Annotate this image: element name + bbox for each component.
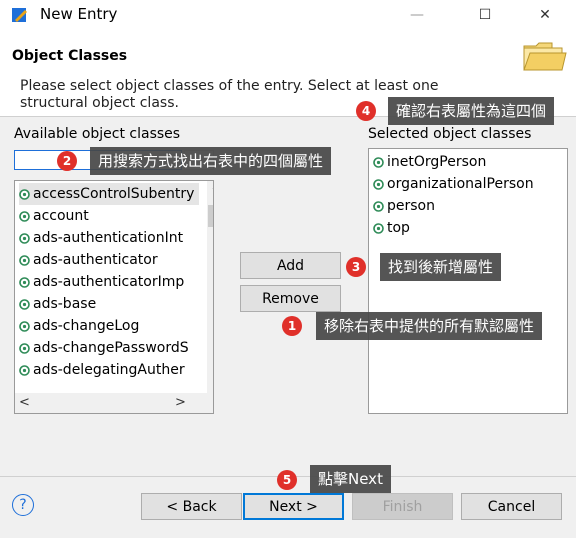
object-class-icon [373, 156, 384, 168]
list-item-label: top [387, 220, 410, 236]
help-button[interactable]: ? [12, 494, 34, 516]
available-classes-list[interactable]: accessControlSubentry account ads-authen… [14, 180, 214, 414]
cancel-button[interactable]: Cancel [461, 493, 562, 520]
scroll-down-arrow[interactable]: v [207, 373, 214, 391]
scroll-right-arrow[interactable]: > [175, 393, 186, 413]
object-class-icon [373, 222, 384, 234]
object-class-icon [19, 188, 30, 200]
list-item[interactable]: ads-authenticator [19, 249, 158, 271]
object-class-icon [19, 342, 30, 354]
object-class-icon [19, 232, 30, 244]
horizontal-scrollbar[interactable]: < > [15, 393, 213, 413]
list-item[interactable]: ads-base [19, 293, 96, 315]
page-title: Object Classes [12, 48, 128, 64]
folder-icon [523, 42, 567, 71]
object-class-icon [19, 298, 30, 310]
list-item[interactable]: ads-authenticatorImp [19, 271, 184, 293]
annotation-callout-3: 找到後新增屬性 [380, 253, 502, 281]
list-item-label: ads-authenticatorImp [33, 274, 185, 290]
list-item-label: ads-changePasswordS [33, 340, 189, 356]
window-title: New Entry [40, 5, 118, 23]
annotation-callout-1: 移除右表中提供的所有默認屬性 [316, 312, 543, 340]
annotation-badge-1: 1 [282, 316, 302, 336]
object-class-icon [373, 178, 384, 190]
list-item[interactable]: organizationalPerson [373, 173, 534, 195]
add-button[interactable]: Add [240, 252, 341, 279]
list-item-label: ads-base [33, 296, 97, 312]
list-item[interactable]: ads-changePasswordS [19, 337, 189, 359]
list-item[interactable]: inetOrgPerson [373, 151, 486, 173]
selected-classes-label: Selected object classes [368, 126, 532, 142]
object-class-icon [19, 364, 30, 376]
minimize-button[interactable]: — [394, 0, 440, 30]
selected-classes-list[interactable]: inetOrgPerson organizationalPerson perso… [368, 148, 568, 414]
list-item-label: organizationalPerson [387, 176, 534, 192]
list-item[interactable]: ads-delegatingAuther [19, 359, 185, 381]
annotation-callout-2: 用搜索方式找出右表中的四個屬性 [90, 147, 332, 175]
list-item[interactable]: accessControlSubentry [19, 183, 199, 205]
list-item[interactable]: top [373, 217, 410, 239]
annotation-badge-3: 3 [346, 257, 366, 277]
maximize-button[interactable]: ☐ [462, 0, 508, 30]
annotation-badge-2: 2 [57, 151, 77, 171]
list-item-label: ads-delegatingAuther [33, 362, 185, 378]
back-button[interactable]: < Back [141, 493, 242, 520]
list-item-label: ads-authenticationInt [33, 230, 184, 246]
list-item-label: account [33, 208, 89, 224]
list-item-label: accessControlSubentry [33, 186, 195, 202]
object-class-icon [19, 254, 30, 266]
available-classes-label: Available object classes [14, 126, 181, 142]
scroll-up-arrow[interactable]: ^ [207, 181, 213, 199]
vertical-scroll-thumb[interactable] [208, 205, 213, 227]
annotation-callout-5: 點擊Next [310, 465, 391, 493]
scroll-left-arrow[interactable]: < [19, 393, 30, 413]
annotation-badge-4: 4 [356, 101, 376, 121]
finish-button: Finish [352, 493, 453, 520]
object-class-icon [19, 320, 30, 332]
remove-button[interactable]: Remove [240, 285, 341, 312]
object-class-icon [19, 276, 30, 288]
next-button[interactable]: Next > [243, 493, 344, 520]
object-class-icon [19, 210, 30, 222]
list-item[interactable]: ads-authenticationInt [19, 227, 183, 249]
list-item-label: inetOrgPerson [387, 154, 487, 170]
annotation-badge-5: 5 [277, 470, 297, 490]
list-item-label: person [387, 198, 435, 214]
object-class-icon [373, 200, 384, 212]
app-icon [12, 8, 27, 22]
list-item[interactable]: person [373, 195, 435, 217]
close-button[interactable]: ✕ [522, 0, 568, 30]
list-item-label: ads-changeLog [33, 318, 140, 334]
list-item[interactable]: account [19, 205, 89, 227]
annotation-callout-4: 確認右表屬性為這四個 [388, 97, 555, 125]
list-item-label: ads-authenticator [33, 252, 158, 268]
list-item[interactable]: ads-changeLog [19, 315, 139, 337]
